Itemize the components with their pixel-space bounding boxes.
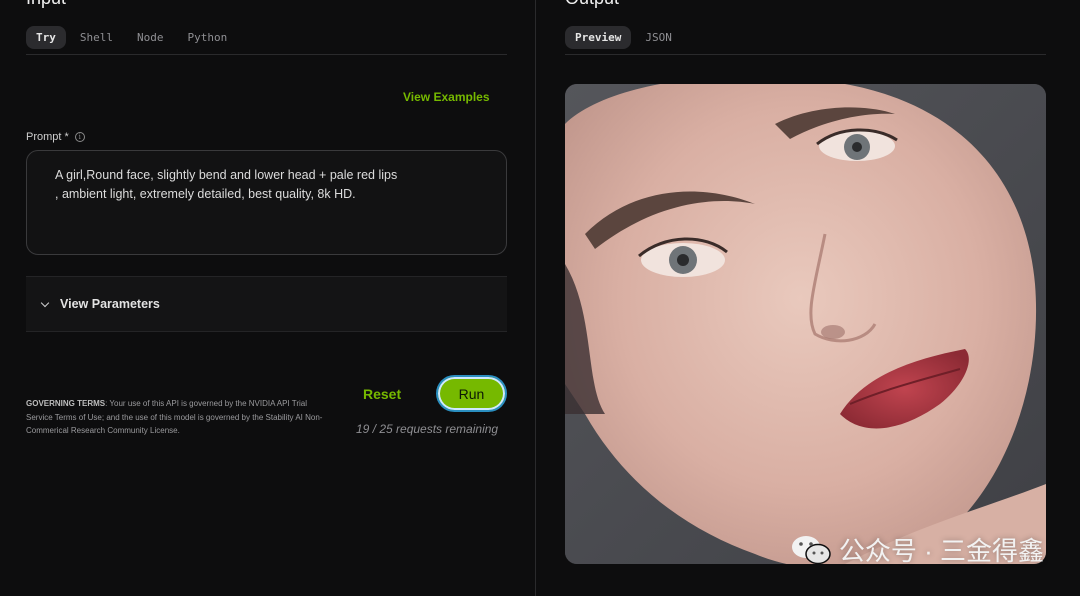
panel-divider xyxy=(535,0,536,596)
governing-terms: GOVERNING TERMS: Your use of this API is… xyxy=(26,397,331,438)
reset-button[interactable]: Reset xyxy=(363,386,401,402)
view-parameters-label: View Parameters xyxy=(60,297,160,311)
tab-node[interactable]: Node xyxy=(127,26,174,49)
tab-preview[interactable]: Preview xyxy=(565,26,632,49)
output-tabs: Preview JSON xyxy=(565,26,682,49)
watermark: 公众号 · 三金得鑫 xyxy=(791,531,1044,568)
input-title: Input xyxy=(26,0,66,9)
output-panel: Output Preview JSON xyxy=(537,0,1080,596)
requests-remaining: 19 / 25 requests remaining xyxy=(356,422,499,436)
chevron-down-icon xyxy=(40,298,50,307)
input-tabs: Try Shell Node Python xyxy=(26,26,237,49)
output-tabs-divider xyxy=(565,54,1046,55)
output-title: Output xyxy=(565,0,619,9)
preview-image xyxy=(565,84,1046,564)
prompt-label-text: Prompt * xyxy=(26,131,69,143)
view-examples-link[interactable]: View Examples xyxy=(403,90,490,104)
input-panel: Input Try Shell Node Python View Example… xyxy=(0,0,536,596)
run-button[interactable]: Run xyxy=(436,375,507,412)
prompt-input[interactable]: A girl,Round face, slightly bend and low… xyxy=(26,150,507,255)
info-icon[interactable]: i xyxy=(74,132,85,142)
portrait-image xyxy=(565,84,1046,564)
view-parameters-toggle[interactable]: View Parameters xyxy=(26,276,507,332)
terms-heading: GOVERNING TERMS xyxy=(26,399,106,408)
tab-json[interactable]: JSON xyxy=(635,26,682,49)
prompt-label: Prompt * i xyxy=(26,131,85,143)
wechat-icon xyxy=(791,535,831,564)
watermark-text: 公众号 · 三金得鑫 xyxy=(838,536,1044,566)
tab-try[interactable]: Try xyxy=(26,26,66,49)
tab-python[interactable]: Python xyxy=(178,26,238,49)
tabs-divider xyxy=(26,54,507,55)
tab-shell[interactable]: Shell xyxy=(70,26,123,49)
